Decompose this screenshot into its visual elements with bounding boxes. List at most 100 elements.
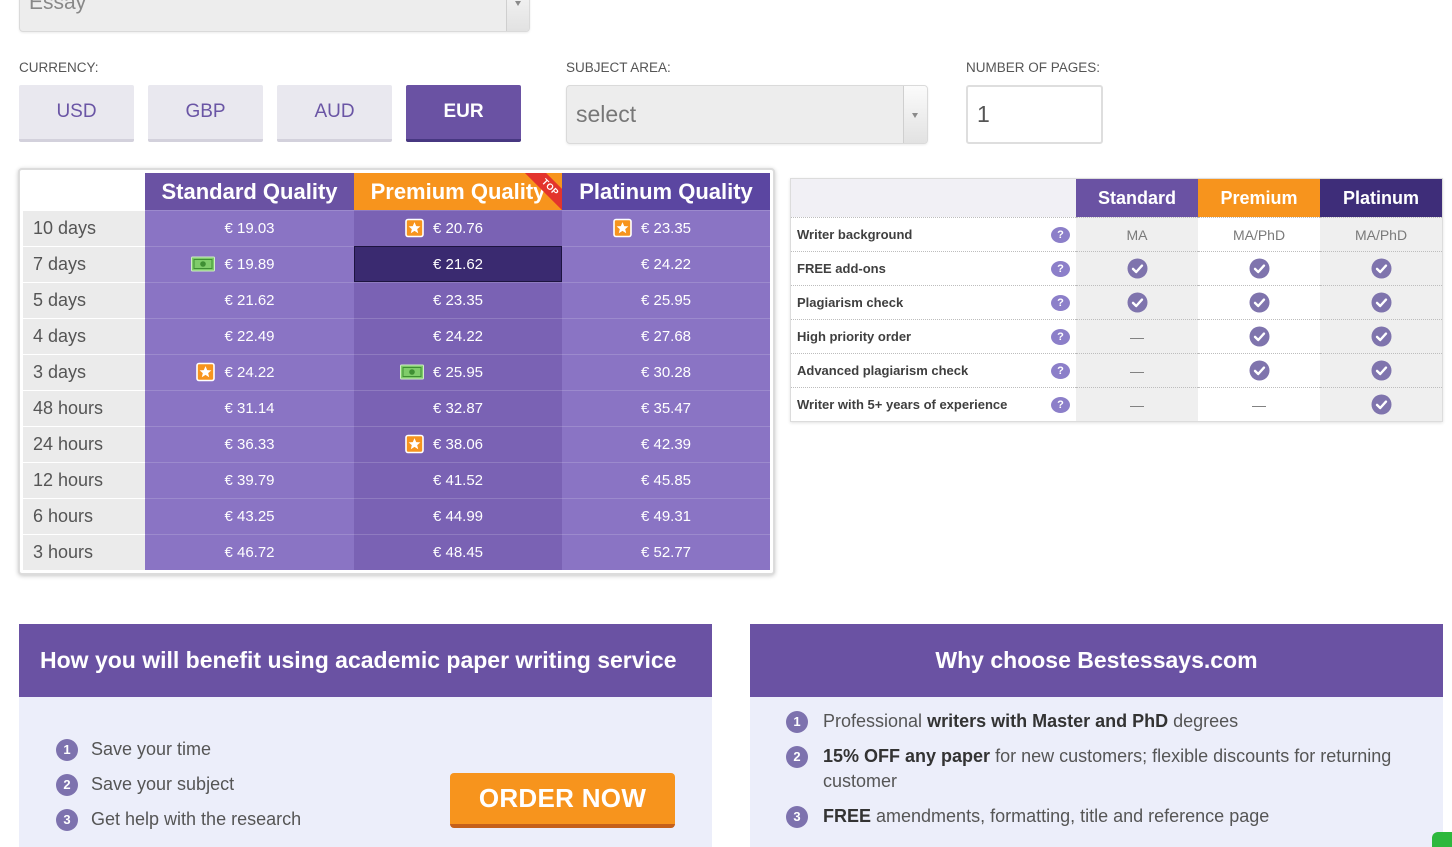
list-item: 1 Professional writers with Master and Ph… (786, 709, 1426, 734)
feature-value-platinum (1320, 319, 1442, 353)
price-cell-platinum[interactable]: € 49.31 (562, 498, 770, 534)
price-cell-standard[interactable]: € 43.25 (145, 498, 354, 534)
list-item-text: 15% OFF any paper for new customers; fle… (823, 744, 1413, 794)
currency-button-aud[interactable]: AUD (277, 85, 392, 142)
price-wrap: € 21.62 (224, 292, 274, 309)
list-item-text: FREE amendments, formatting, title and r… (823, 804, 1413, 829)
deadline-label: 12 hours (23, 462, 145, 498)
price-value: € 44.99 (432, 507, 484, 525)
price-wrap: € 23.35 (613, 218, 691, 238)
feature-value-text: — (1130, 396, 1144, 413)
feature-value-standard: — (1076, 319, 1198, 353)
price-value: € 36.33 (224, 435, 275, 453)
price-wrap: € 24.22 (196, 362, 275, 382)
list-item: 1 Save your time (56, 737, 301, 762)
price-cell-platinum[interactable]: € 24.22 (562, 246, 770, 282)
price-cell-platinum[interactable]: € 23.35 (562, 210, 770, 246)
help-icon[interactable] (1051, 294, 1070, 311)
price-cell-platinum[interactable]: € 30.28 (562, 354, 770, 390)
currency-button-eur[interactable]: EUR (406, 85, 521, 142)
currency-button-usd[interactable]: USD (19, 85, 134, 142)
deadline-label: 24 hours (23, 426, 145, 462)
help-icon[interactable] (1051, 260, 1070, 277)
order-now-button[interactable]: ORDER NOW (450, 773, 675, 828)
price-wrap: € 24.22 (641, 256, 691, 273)
list-number-badge: 1 (56, 738, 78, 761)
feature-value-text: — (1130, 328, 1144, 345)
help-icon[interactable] (1051, 328, 1070, 345)
price-cell-premium[interactable]: € 20.76 (354, 210, 562, 246)
price-wrap: € 35.47 (641, 400, 691, 417)
price-value: € 31.14 (224, 399, 275, 417)
price-cell-standard[interactable]: € 46.72 (145, 534, 354, 570)
deadline-label: 3 days (23, 354, 145, 390)
star-icon (613, 218, 632, 238)
price-cell-platinum[interactable]: € 52.77 (562, 534, 770, 570)
price-cell-standard[interactable]: € 21.62 (145, 282, 354, 318)
price-value: € 52.77 (640, 543, 692, 561)
pricing-table: Standard Quality Premium Quality TOP Platin… (18, 168, 775, 575)
price-cell-standard[interactable]: € 39.79 (145, 462, 354, 498)
price-cell-standard[interactable]: € 19.03 (145, 210, 354, 246)
price-cell-premium[interactable]: € 48.45 (354, 534, 562, 570)
price-cell-platinum[interactable]: € 35.47 (562, 390, 770, 426)
list-item-text: Save your subject (91, 774, 235, 794)
feature-value-premium (1198, 285, 1320, 319)
price-wrap: € 30.28 (641, 364, 691, 381)
list-number-badge: 2 (786, 745, 808, 768)
price-cell-platinum[interactable]: € 27.68 (562, 318, 770, 354)
pricing-header-label: Platinum Quality (579, 178, 753, 204)
price-value: € 42.39 (640, 435, 692, 453)
price-cell-premium[interactable]: € 44.99 (354, 498, 562, 534)
price-wrap: € 46.72 (224, 544, 274, 561)
price-value: € 41.52 (432, 471, 484, 489)
help-icon[interactable] (1051, 362, 1070, 379)
currency-button-gbp[interactable]: GBP (148, 85, 263, 142)
price-wrap: € 27.68 (641, 328, 691, 345)
paper-type-select[interactable]: Essay (19, 0, 530, 32)
chat-widget-button[interactable] (1432, 832, 1452, 847)
price-cell-platinum[interactable]: € 42.39 (562, 426, 770, 462)
price-cell-premium[interactable]: € 21.62 (354, 246, 562, 282)
price-cell-premium[interactable]: € 23.35 (354, 282, 562, 318)
plain-text: Professional (823, 711, 928, 731)
feature-value-text: MA/PhD (1232, 226, 1286, 243)
list-item: 2 Save your subject (56, 772, 301, 797)
paper-type-dropdown-button[interactable] (506, 0, 529, 31)
price-wrap: € 21.62 (433, 256, 483, 273)
subject-area-label: SUBJECT AREA: (566, 60, 671, 75)
help-icon[interactable] (1051, 226, 1070, 243)
price-wrap: € 20.76 (405, 218, 483, 238)
price-cell-premium[interactable]: € 24.22 (354, 318, 562, 354)
number-of-pages-input[interactable] (966, 85, 1103, 144)
price-value: € 45.85 (640, 471, 692, 489)
price-value: € 24.22 (640, 255, 692, 273)
price-cell-premium[interactable]: € 32.87 (354, 390, 562, 426)
price-cell-premium[interactable]: € 25.95 (354, 354, 562, 390)
deadline-label: 3 hours (23, 534, 145, 570)
help-icon[interactable] (1051, 396, 1070, 413)
price-cell-standard[interactable]: € 24.22 (145, 354, 354, 390)
price-cell-standard[interactable]: € 22.49 (145, 318, 354, 354)
star-icon (405, 434, 424, 454)
price-cell-premium[interactable]: € 41.52 (354, 462, 562, 498)
deadline-label: 4 days (23, 318, 145, 354)
feature-name: Writer with 5+ years of experience (797, 397, 1008, 412)
pricing-header-corner (23, 173, 145, 210)
price-wrap: € 45.85 (641, 472, 691, 489)
price-wrap: € 36.33 (224, 436, 274, 453)
subject-area-dropdown-button[interactable] (903, 86, 927, 143)
price-wrap: € 23.35 (433, 292, 483, 309)
price-cell-premium[interactable]: € 38.06 (354, 426, 562, 462)
pricing-grid: Standard Quality Premium Quality TOP Platin… (23, 173, 770, 570)
price-cell-standard[interactable]: € 31.14 (145, 390, 354, 426)
price-cell-platinum[interactable]: € 25.95 (562, 282, 770, 318)
price-cell-standard[interactable]: € 19.89 (145, 246, 354, 282)
pricing-header-platinum: Platinum Quality (562, 173, 770, 210)
price-cell-standard[interactable]: € 36.33 (145, 426, 354, 462)
price-wrap: € 52.77 (641, 544, 691, 561)
list-item-text: Professional writers with Master and PhD… (823, 709, 1413, 734)
price-cell-platinum[interactable]: € 45.85 (562, 462, 770, 498)
feature-value-standard: MA (1076, 217, 1198, 251)
subject-area-select[interactable]: select (566, 85, 928, 144)
